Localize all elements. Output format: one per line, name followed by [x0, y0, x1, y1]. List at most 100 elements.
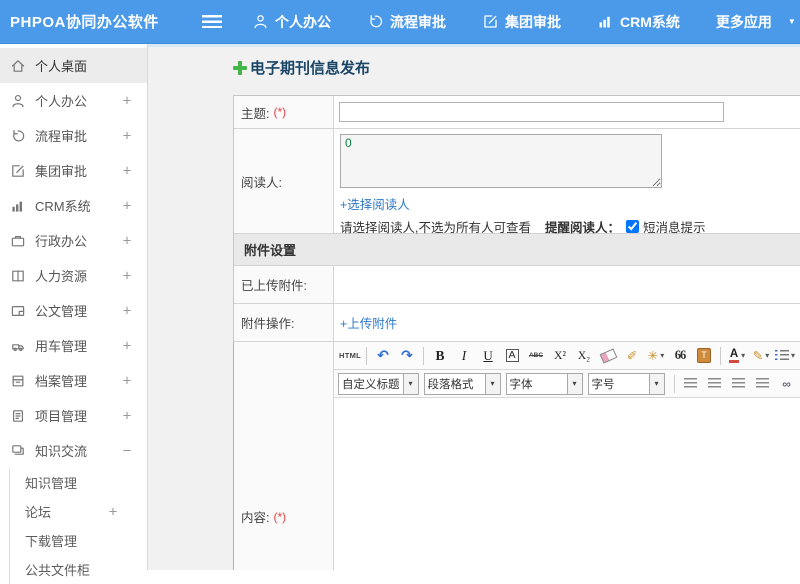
page-title-text: 电子期刊信息发布 — [250, 57, 370, 78]
nav-crm-system[interactable]: CRM系统 — [597, 12, 680, 32]
align-right-button[interactable] — [728, 373, 750, 394]
expand-plus-icon[interactable]: + — [121, 92, 133, 109]
undo-icon[interactable]: ↶ — [372, 345, 394, 366]
italic-button[interactable]: I — [453, 345, 475, 366]
html-source-button[interactable]: HTML — [339, 345, 361, 366]
link-button[interactable]: ∞ — [776, 373, 798, 394]
briefcase-icon — [10, 233, 26, 249]
readers-hint-row: 请选择阅读人,不选为所有人可查看 提醒阅读人： 短消息提示 — [340, 217, 800, 236]
expand-plus-icon[interactable]: + — [121, 407, 133, 424]
bold-button[interactable]: B — [429, 345, 451, 366]
font-color-button[interactable]: A▾ — [726, 345, 748, 366]
subscript-button[interactable]: X₂ — [573, 345, 595, 366]
expand-plus-icon[interactable]: + — [121, 197, 133, 214]
app-logo: PHPOA协同办公软件 — [0, 11, 202, 32]
superscript-button[interactable]: X² — [549, 345, 571, 366]
font-size-select[interactable]: 字号▾ — [588, 373, 665, 395]
caret-down-icon: ▾ — [485, 374, 500, 394]
toolbar-separator — [674, 375, 675, 393]
editor-content-area[interactable] — [334, 398, 800, 570]
format-brush-icon[interactable]: ✐ — [621, 345, 643, 366]
toolbar-separator — [423, 347, 424, 365]
uploaded-attachments-value — [334, 266, 800, 303]
font-family-select[interactable]: 字体▾ — [506, 373, 583, 395]
content-label: 内容: (*) — [234, 342, 334, 570]
expand-plus-icon[interactable]: + — [121, 127, 133, 144]
publish-form: 主题: (*) 阅读人: 0 +选择阅读人 请选择阅读人,不选为所有人可查看 提… — [233, 95, 800, 570]
doc-icon — [10, 303, 26, 319]
sms-checkbox[interactable] — [626, 220, 639, 233]
chat-icon — [10, 443, 26, 459]
toolbar-separator — [366, 347, 367, 365]
home-icon — [10, 58, 26, 74]
sidebar-item-archive-mgmt[interactable]: 档案管理+ — [0, 363, 147, 398]
paste-text-icon[interactable]: T — [693, 345, 715, 366]
nav-personal-office[interactable]: 个人办公 — [252, 12, 331, 32]
nav-workflow-approval[interactable]: 流程审批 — [367, 12, 446, 32]
attachment-section-header: 附件设置 — [234, 234, 800, 266]
eraser-icon[interactable] — [597, 345, 619, 366]
caret-down-icon: ▾ — [403, 374, 418, 394]
sidebar-item-document-mgmt[interactable]: 公文管理+ — [0, 293, 147, 328]
underline-button[interactable]: U — [477, 345, 499, 366]
custom-title-select[interactable]: 自定义标题▾ — [338, 373, 419, 395]
sidebar-item-personal-office[interactable]: 个人办公+ — [0, 83, 147, 118]
book-icon — [10, 268, 26, 284]
subject-input[interactable] — [339, 102, 724, 122]
sidebar-item-forum[interactable]: 论坛+ — [10, 497, 147, 526]
history-icon — [10, 128, 26, 144]
chart-icon — [10, 198, 26, 214]
align-left-button[interactable] — [680, 373, 702, 394]
menu-toggle-icon[interactable] — [202, 15, 222, 28]
sidebar-item-personal-desktop[interactable]: 个人桌面 — [0, 48, 147, 83]
sidebar-item-human-resources[interactable]: 人力资源+ — [0, 258, 147, 293]
sidebar-item-project-mgmt[interactable]: 项目管理+ — [0, 398, 147, 433]
caret-down-icon: ▾ — [741, 351, 745, 360]
editor-toolbar-row2: 自定义标题▾段落格式▾字体▾字号▾∞∞ — [334, 370, 800, 398]
caret-down-icon: ▼ — [788, 17, 796, 26]
expand-plus-icon[interactable]: + — [121, 337, 133, 354]
edit-icon — [10, 163, 26, 179]
caret-down-icon: ▾ — [765, 351, 769, 360]
ordered-list-button[interactable]: ▾ — [774, 345, 796, 366]
uploaded-attachments-row: 已上传附件: — [234, 266, 800, 304]
select-readers-link[interactable]: +选择阅读人 — [340, 194, 410, 213]
expand-plus-icon[interactable]: + — [121, 267, 133, 284]
sidebar: 个人桌面个人办公+流程审批+集团审批+CRM系统+行政办公+人力资源+公文管理+… — [0, 44, 148, 570]
align-justify-button[interactable] — [752, 373, 774, 394]
sidebar-item-admin-office[interactable]: 行政办公+ — [0, 223, 147, 258]
upload-attachment-link[interactable]: +上传附件 — [340, 313, 397, 332]
expand-plus-icon[interactable]: + — [107, 503, 119, 520]
nav-more-apps[interactable]: 更多应用▼ — [716, 12, 796, 32]
blockquote-button[interactable]: 66 — [669, 345, 691, 366]
text-style-button[interactable]: A — [501, 345, 523, 366]
redo-icon[interactable]: ↷ — [396, 345, 418, 366]
readers-hint: 请选择阅读人,不选为所有人可查看 — [340, 217, 531, 236]
sidebar-item-knowledge-mgmt[interactable]: 知识管理 — [10, 468, 147, 497]
collapse-minus-icon[interactable]: − — [121, 442, 133, 459]
subject-row: 主题: (*) — [234, 96, 800, 129]
paragraph-format-select[interactable]: 段落格式▾ — [424, 373, 501, 395]
sidebar-item-group-approval[interactable]: 集团审批+ — [0, 153, 147, 188]
chart-icon — [597, 13, 614, 30]
sidebar-item-knowledge-exchange[interactable]: 知识交流− — [0, 433, 147, 468]
sms-checkbox-label: 短消息提示 — [643, 217, 706, 236]
autotypeset-icon[interactable]: ✳▾ — [645, 345, 667, 366]
expand-plus-icon[interactable]: + — [121, 232, 133, 249]
nav-group-approval[interactable]: 集团审批 — [482, 12, 561, 32]
sidebar-item-workflow-approval[interactable]: 流程审批+ — [0, 118, 147, 153]
required-mark: (*) — [273, 105, 286, 119]
expand-plus-icon[interactable]: + — [121, 372, 133, 389]
sidebar-item-download-mgmt[interactable]: 下载管理 — [10, 526, 147, 555]
strikethrough-button[interactable]: ABC — [525, 345, 547, 366]
sidebar-item-vehicle-mgmt[interactable]: 用车管理+ — [0, 328, 147, 363]
user-icon — [10, 93, 26, 109]
expand-plus-icon[interactable]: + — [121, 302, 133, 319]
sidebar-item-crm-system[interactable]: CRM系统+ — [0, 188, 147, 223]
history-icon — [367, 13, 384, 30]
align-center-button[interactable] — [704, 373, 726, 394]
highlight-color-button[interactable]: ✎▾ — [750, 345, 772, 366]
expand-plus-icon[interactable]: + — [121, 162, 133, 179]
readers-textarea[interactable]: 0 — [340, 134, 662, 188]
subject-label: 主题: (*) — [234, 96, 334, 128]
